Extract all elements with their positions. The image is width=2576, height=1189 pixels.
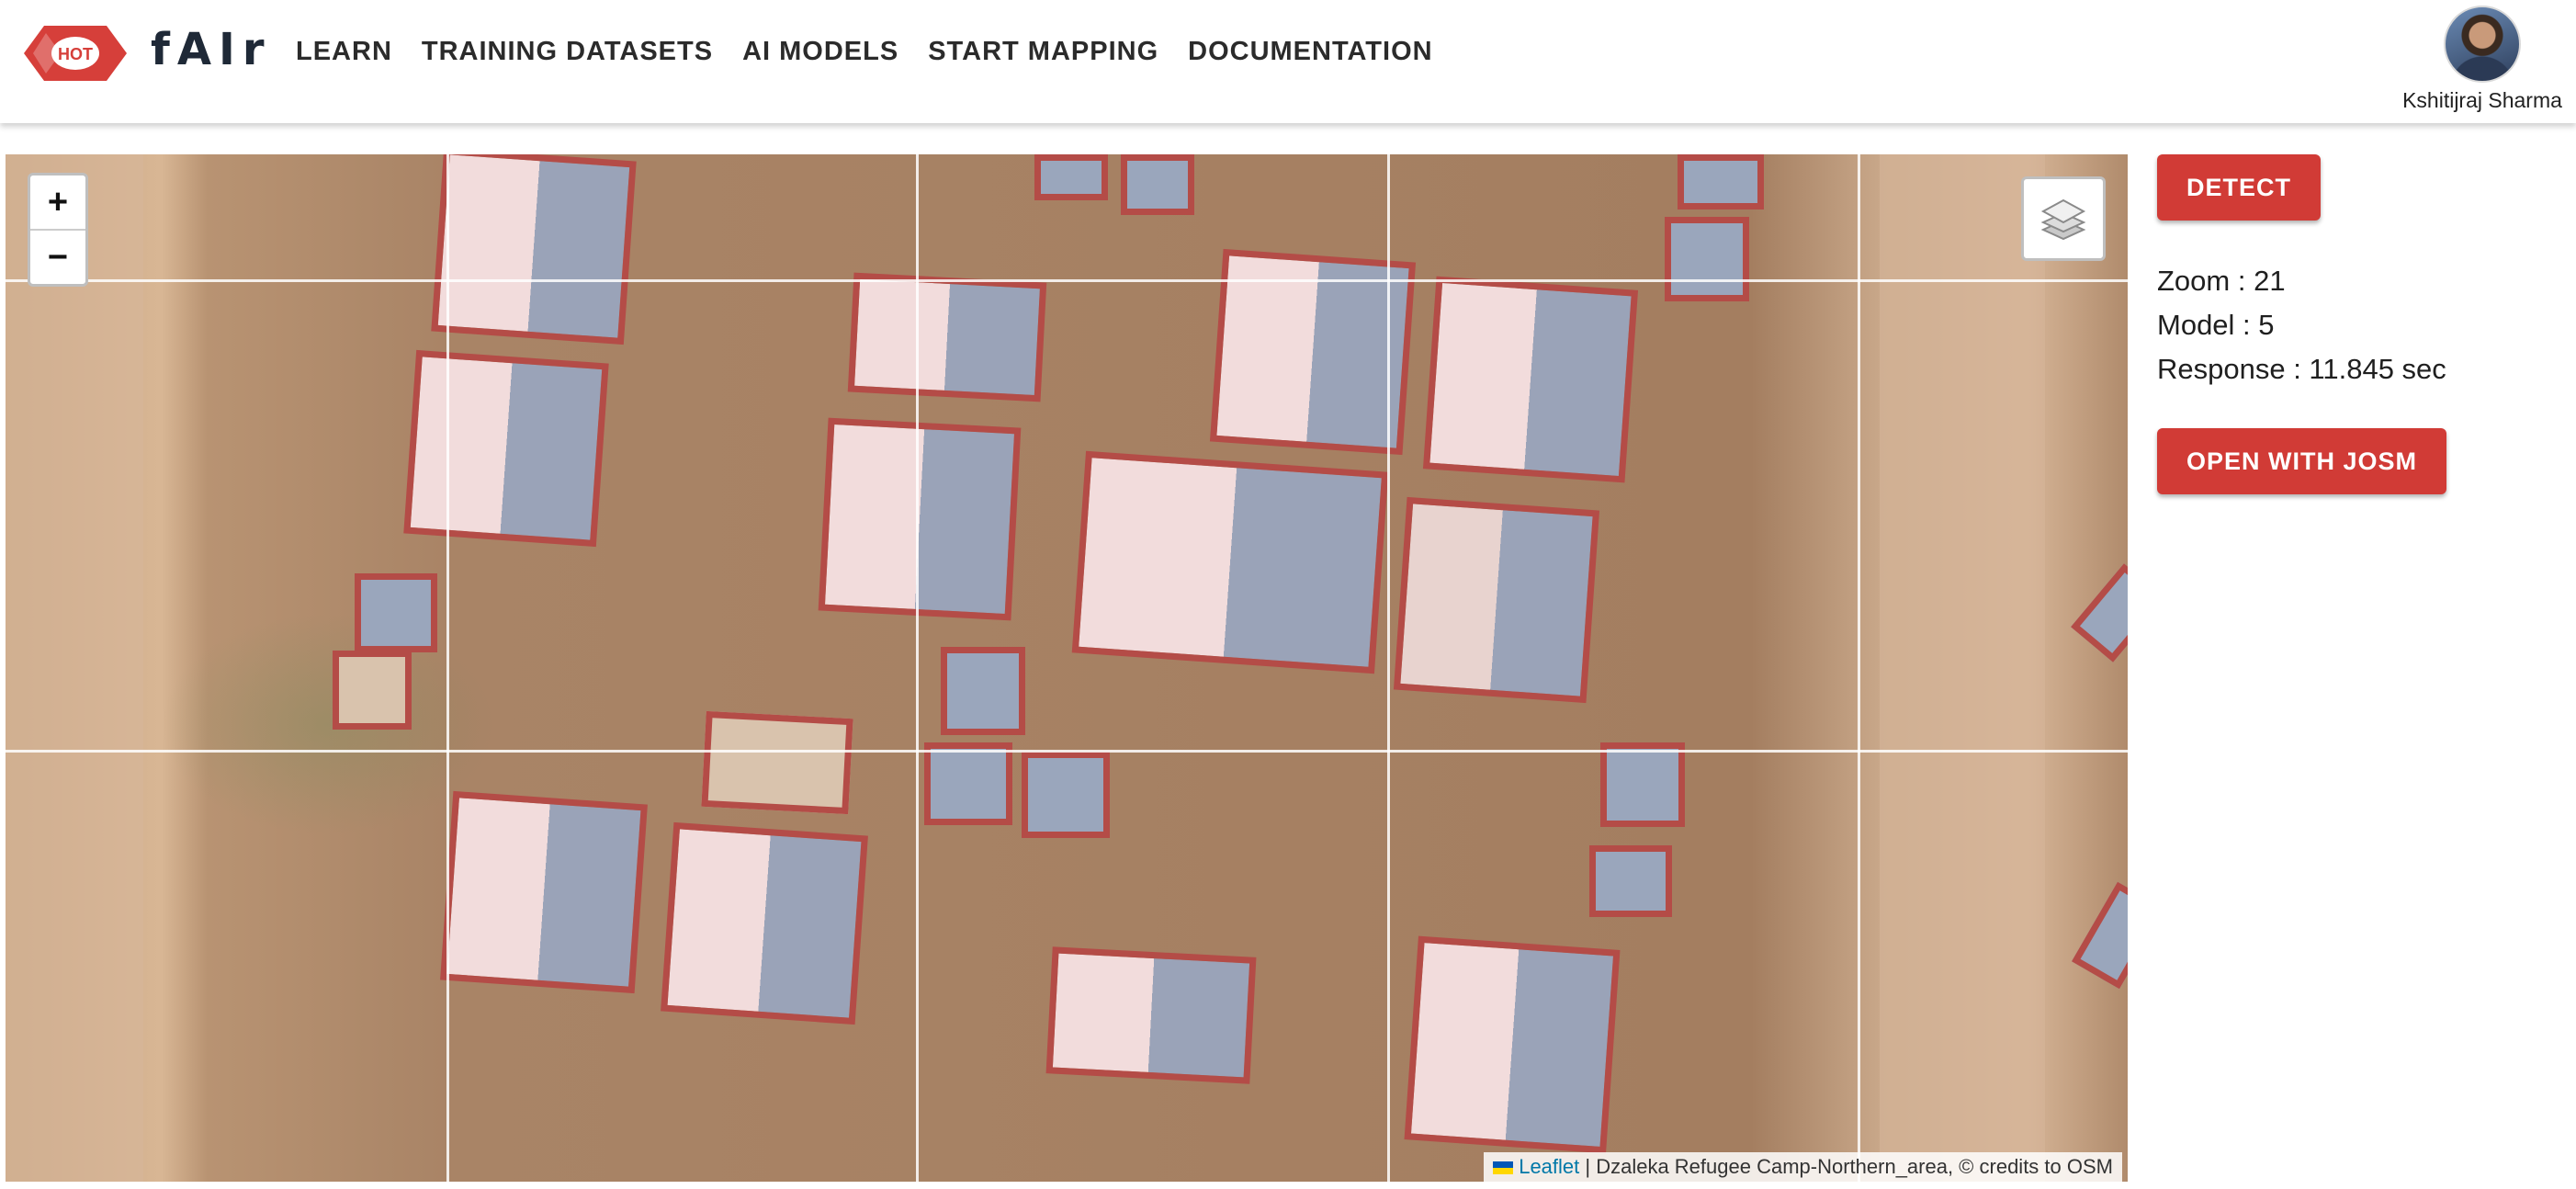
tile-gridline [916, 154, 919, 1182]
avatar[interactable] [2444, 6, 2521, 83]
nav-documentation[interactable]: DOCUMENTATION [1188, 37, 1432, 67]
user-menu[interactable]: Kshitijraj Sharma [2389, 6, 2576, 113]
prediction-panel: DETECT Zoom : 21 Model : 5 Response : 11… [2157, 154, 2561, 494]
building-footprint[interactable] [661, 821, 868, 1025]
building-footprint[interactable] [924, 742, 1012, 825]
nav-start-mapping[interactable]: START MAPPING [928, 37, 1158, 67]
building-footprint[interactable] [1071, 450, 1389, 674]
building-footprint[interactable] [2072, 881, 2128, 990]
detect-button[interactable]: DETECT [2157, 154, 2321, 221]
layers-button[interactable] [2021, 176, 2106, 261]
building-footprint[interactable] [1121, 154, 1194, 215]
building-footprint[interactable] [440, 790, 648, 994]
building-footprint[interactable] [1022, 752, 1110, 838]
map-view[interactable]: + − Leaflet | Dzaleka Refugee Camp-North… [6, 154, 2128, 1182]
tile-gridline [6, 750, 2128, 753]
building-footprint[interactable] [2071, 563, 2128, 662]
brand-title[interactable]: fAIr [151, 24, 272, 75]
building-footprint[interactable] [431, 154, 637, 345]
building-footprint[interactable] [1404, 935, 1621, 1154]
building-footprint[interactable] [333, 651, 412, 730]
response-readout: Response : 11.845 sec [2157, 353, 2446, 385]
open-josm-button[interactable]: OPEN WITH JOSM [2157, 428, 2447, 494]
hot-logo-icon[interactable]: HOT [24, 24, 127, 83]
map-attribution: Leaflet | Dzaleka Refugee Camp-Northern_… [1484, 1152, 2122, 1182]
attribution-text: | Dzaleka Refugee Camp-Northern_area, © … [1579, 1155, 2113, 1178]
building-footprint[interactable] [1589, 845, 1672, 917]
building-footprint[interactable] [355, 573, 437, 652]
dirt-road [1880, 154, 2045, 1182]
building-footprint[interactable] [1665, 217, 1749, 301]
building-footprint[interactable] [1045, 946, 1257, 1084]
ukraine-flag-icon [1493, 1161, 1514, 1175]
zoom-readout: Zoom : 21 [2157, 265, 2286, 297]
leaflet-link[interactable]: Leaflet [1519, 1155, 1579, 1178]
building-footprint[interactable] [403, 349, 609, 548]
model-readout: Model : 5 [2157, 309, 2275, 341]
zoom-in-button[interactable]: + [30, 176, 85, 231]
building-footprint[interactable] [1393, 496, 1600, 704]
user-name: Kshitijraj Sharma [2402, 88, 2562, 112]
building-footprint[interactable] [941, 647, 1025, 735]
building-footprint[interactable] [1422, 276, 1639, 483]
building-footprint[interactable] [818, 417, 1022, 621]
building-footprint[interactable] [1600, 742, 1685, 827]
building-footprint[interactable] [1034, 154, 1108, 200]
top-header: HOT fAIr LEARN TRAINING DATASETS AI MODE… [0, 0, 2576, 123]
nav-training-datasets[interactable]: TRAINING DATASETS [422, 37, 713, 67]
logo-text: HOT [58, 45, 93, 63]
building-footprint[interactable] [701, 710, 853, 815]
zoom-control: + − [28, 173, 88, 287]
tile-gridline [6, 279, 2128, 282]
nav-learn[interactable]: LEARN [296, 37, 392, 67]
building-footprint[interactable] [847, 272, 1047, 402]
nav-ai-models[interactable]: AI MODELS [742, 37, 898, 67]
tile-gridline [446, 154, 449, 1182]
dirt-road [6, 154, 143, 1182]
tile-gridline [1387, 154, 1390, 1182]
main-nav: LEARN TRAINING DATASETS AI MODELS START … [296, 37, 1433, 67]
prediction-stats: Zoom : 21 Model : 5 Response : 11.845 se… [2157, 259, 2561, 391]
building-footprint[interactable] [1678, 154, 1764, 209]
zoom-out-button[interactable]: − [30, 231, 85, 284]
tile-gridline [1858, 154, 1860, 1182]
layers-icon [2040, 198, 2086, 241]
